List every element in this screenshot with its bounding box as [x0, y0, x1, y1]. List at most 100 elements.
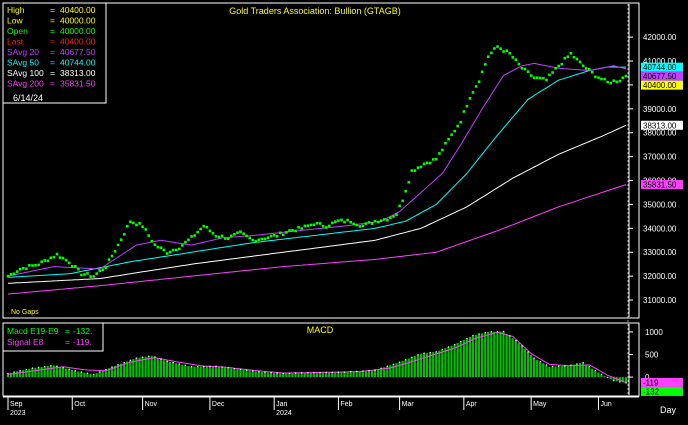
legend-value: 40744.00: [60, 58, 96, 68]
price-point: [612, 79, 616, 82]
macd-line-dot: [276, 372, 278, 374]
price-point: [615, 80, 619, 84]
macd-bar: [392, 364, 395, 378]
macd-line-dot: [533, 357, 535, 359]
macd-bar: [551, 366, 554, 377]
macd-line-dot: [227, 367, 229, 369]
legend-label: SAvg 20: [7, 47, 39, 57]
macd-bar: [214, 366, 217, 377]
price-point: [480, 70, 484, 74]
macd-line-dot: [454, 343, 456, 346]
legend-equals: =: [50, 26, 55, 36]
price-point: [43, 259, 46, 262]
macd-bar: [40, 366, 43, 378]
price-point: [398, 204, 401, 208]
macd-bar: [419, 353, 422, 378]
macd-bar: [542, 363, 545, 377]
macd-bar: [459, 341, 462, 378]
price-point: [193, 234, 196, 237]
macd-bar: [178, 364, 181, 378]
price-point: [67, 261, 71, 265]
price-value-tag-text: 40744.00: [643, 63, 677, 72]
macd-bar: [526, 351, 530, 377]
macd-bar: [389, 365, 392, 378]
price-point: [578, 60, 582, 64]
price-point: [40, 260, 43, 263]
year-label: 2024: [276, 410, 292, 417]
price-y-tick-label: 32000.00: [643, 272, 677, 281]
macd-bar: [291, 373, 294, 378]
price-value-tag-text: 38313.00: [643, 121, 677, 130]
macd-bar: [441, 349, 444, 378]
macd-line-dot: [252, 370, 254, 372]
macd-bar: [517, 342, 520, 378]
price-value-tags: 40744.0040677.5040400.00 38313.00 35831.50: [641, 62, 683, 190]
price-point: [471, 91, 475, 94]
price-point: [211, 232, 215, 235]
price-point: [251, 238, 255, 242]
price-point: [526, 70, 530, 73]
macd-line-dot: [411, 356, 413, 358]
price-point: [539, 76, 542, 80]
price-point: [70, 265, 74, 268]
price-point: [272, 234, 276, 237]
price-point: [560, 62, 564, 66]
price-point: [37, 263, 40, 267]
price-point: [392, 215, 395, 218]
macd-bar: [438, 350, 441, 378]
price-point: [92, 275, 95, 278]
price-point: [361, 224, 365, 228]
macd-bar: [46, 366, 49, 378]
legend-equals: =: [50, 79, 55, 89]
macd-bar: [193, 366, 196, 378]
price-point: [135, 223, 138, 227]
macd-line-dot: [600, 373, 603, 375]
macd-line-dot: [460, 340, 462, 343]
macd-line-dot: [564, 365, 566, 367]
price-point: [282, 233, 285, 237]
macd-bar: [64, 368, 68, 378]
macd-bar: [453, 344, 456, 377]
month-label: May: [533, 401, 547, 408]
price-point: [147, 234, 150, 237]
price-point: [581, 64, 585, 68]
macd-bar: [273, 372, 276, 378]
macd-legend-label: Macd E19-E9: [7, 326, 59, 336]
macd-bar: [435, 351, 438, 378]
macd-line-dot: [594, 369, 596, 372]
macd-bar: [150, 355, 153, 377]
macd-line-dot: [197, 366, 199, 368]
price-point: [233, 233, 236, 236]
macd-bar: [398, 362, 401, 378]
price-point: [217, 235, 221, 239]
price-point: [379, 219, 383, 222]
macd-bar: [487, 331, 490, 378]
macd-bar: [28, 368, 31, 378]
macd-bar: [533, 358, 536, 378]
macd-bar: [16, 371, 19, 378]
price-chart-title: Gold Traders Association: Bullion (GTAGB…: [229, 6, 400, 16]
macd-line-dot: [441, 348, 443, 350]
price-point: [116, 243, 120, 247]
macd-bar: [539, 361, 542, 378]
macd-bar: [585, 364, 588, 378]
macd-bar: [254, 371, 257, 378]
macd-line-dot: [558, 365, 560, 367]
macd-line-dot: [484, 332, 486, 334]
price-point: [563, 56, 567, 60]
price-point: [257, 238, 261, 241]
macd-bar: [591, 368, 594, 378]
macd-line-dot: [154, 356, 156, 358]
macd-bar: [352, 371, 355, 378]
price-point: [86, 272, 89, 275]
macd-bar: [410, 357, 413, 378]
price-point: [303, 224, 307, 228]
price-y-tick-label: 35000.00: [643, 200, 677, 209]
macd-bar: [493, 331, 496, 378]
macd-bar: [245, 370, 248, 378]
price-point: [55, 252, 59, 256]
macd-line-dot: [68, 368, 70, 370]
price-point: [144, 228, 147, 231]
price-point: [367, 221, 371, 224]
macd-bar: [153, 356, 156, 378]
